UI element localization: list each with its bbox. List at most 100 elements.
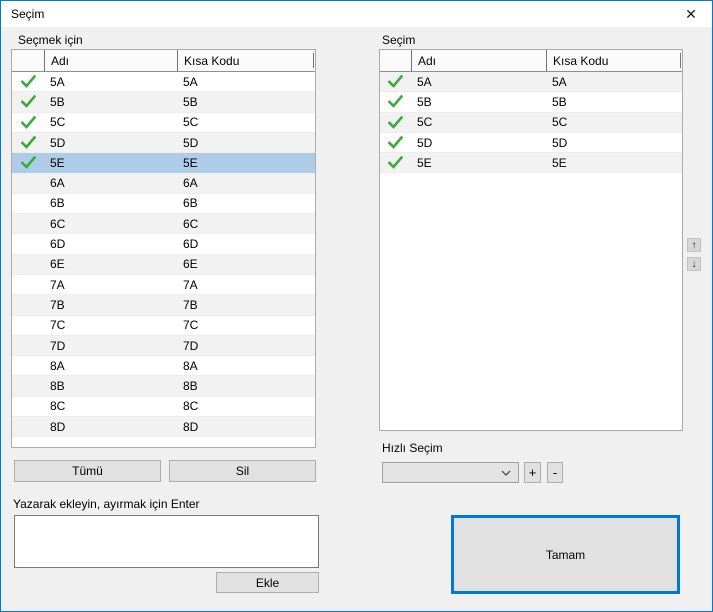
titlebar: Seçim ✕ (1, 1, 712, 27)
row-code: 5A (552, 74, 567, 89)
header-check-column[interactable] (12, 50, 44, 71)
source-table-body: 5A 5A 5B 5B 5C 5C 5D 5D 5E 5E 6A 6A 6B 6B 6C 6C 6D 6D 6E 6E… (12, 72, 315, 438)
down-arrow-icon: ↓ (691, 258, 697, 270)
chevron-down-icon (494, 470, 518, 476)
row-code: 5B (183, 94, 198, 109)
header-name-column[interactable]: Adı (411, 50, 546, 71)
empty-check-cell (12, 194, 44, 213)
header-code-column[interactable]: Kısa Kodu (546, 50, 682, 71)
table-row[interactable]: 8B 8B (12, 376, 315, 397)
selected-table-body: 5A 5A 5B 5B 5C 5C 5D 5D 5E 5E (380, 72, 682, 174)
empty-check-cell (12, 255, 44, 274)
ok-button[interactable]: Tamam (451, 515, 680, 594)
type-add-input[interactable] (14, 515, 319, 568)
row-code: 8B (183, 379, 198, 394)
type-add-label: Yazarak ekleyin, ayırmak için Enter (13, 497, 200, 511)
empty-check-cell (12, 397, 44, 416)
row-name: 7D (50, 338, 66, 353)
right-panel-label: Seçim (382, 33, 416, 47)
table-row[interactable]: 5A 5A (12, 72, 315, 93)
check-icon (380, 72, 411, 91)
add-button[interactable]: Ekle (216, 572, 319, 593)
table-row[interactable]: 5C 5C (12, 112, 315, 133)
header-name-column[interactable]: Adı (44, 50, 177, 71)
row-code: 5A (183, 74, 198, 89)
row-name: 5A (50, 74, 65, 89)
select-all-button[interactable]: Tümü (14, 460, 161, 482)
selection-dialog: Seçim ✕ Seçmek için Seçim Adı Kısa Kodu … (0, 0, 713, 612)
move-down-button[interactable]: ↓ (687, 257, 701, 271)
check-icon (380, 113, 411, 132)
selected-table-header: Adı Kısa Kodu (380, 50, 682, 72)
row-name: 5E (417, 155, 432, 170)
source-table: Adı Kısa Kodu 5A 5A 5B 5B 5C 5C 5D 5D 5E 5E 6A 6A 6B… (11, 49, 316, 448)
row-name: 8D (50, 419, 66, 434)
row-code: 6B (183, 196, 198, 211)
quick-select-dropdown[interactable] (382, 462, 519, 483)
quick-select-add-button[interactable]: + (524, 462, 541, 483)
row-name: 7A (50, 277, 65, 292)
row-code: 7C (183, 318, 199, 333)
empty-check-cell (12, 376, 44, 395)
table-row[interactable]: 5C 5C (380, 112, 682, 133)
table-row[interactable]: 7C 7C (12, 315, 315, 336)
row-code: 8A (183, 358, 198, 373)
row-name: 5B (417, 94, 432, 109)
table-row[interactable]: 6C 6C (12, 214, 315, 235)
quick-select-remove-button[interactable]: - (547, 462, 563, 483)
up-arrow-icon: ↑ (691, 239, 697, 251)
empty-check-cell (12, 316, 44, 335)
row-code: 5C (183, 115, 199, 130)
table-row[interactable]: 5A 5A (380, 72, 682, 93)
table-row[interactable]: 8D 8D (12, 417, 315, 438)
window-title: Seçim (11, 7, 45, 21)
selected-table: Adı Kısa Kodu 5A 5A 5B 5B 5C 5C 5D 5D 5E 5E (379, 49, 683, 431)
check-icon (12, 92, 44, 111)
row-code: 5D (552, 135, 568, 150)
table-row[interactable]: 5E 5E (380, 153, 682, 174)
table-row[interactable]: 7A 7A (12, 274, 315, 296)
table-row[interactable]: 6A 6A (12, 173, 315, 194)
table-row[interactable]: 5B 5B (380, 92, 682, 113)
row-code: 7A (183, 277, 198, 292)
table-row[interactable]: 6B 6B (12, 193, 315, 215)
empty-check-cell (12, 214, 44, 233)
empty-check-cell (12, 295, 44, 314)
row-name: 6D (50, 237, 66, 252)
row-code: 5B (552, 94, 567, 109)
row-name: 6C (50, 216, 66, 231)
row-name: 6B (50, 196, 65, 211)
table-row[interactable]: 5E 5E (12, 153, 315, 174)
check-icon (12, 72, 44, 91)
row-name: 8C (50, 399, 66, 414)
close-icon[interactable]: ✕ (676, 4, 706, 25)
delete-button[interactable]: Sil (169, 460, 316, 482)
header-code-column[interactable]: Kısa Kodu (177, 50, 315, 71)
table-row[interactable]: 7D 7D (12, 335, 315, 357)
row-name: 5C (417, 115, 433, 130)
empty-check-cell (12, 234, 44, 253)
table-row[interactable]: 8C 8C (12, 396, 315, 418)
table-row[interactable]: 5B 5B (12, 92, 315, 113)
row-code: 6E (183, 257, 198, 272)
row-name: 5D (417, 135, 433, 150)
row-name: 5E (50, 155, 65, 170)
table-row[interactable]: 5D 5D (380, 132, 682, 154)
empty-check-cell (12, 173, 44, 192)
row-name: 5C (50, 115, 66, 130)
header-check-column[interactable] (380, 50, 411, 71)
table-row[interactable]: 6E 6E (12, 254, 315, 275)
left-panel-label: Seçmek için (18, 33, 83, 47)
empty-check-cell (12, 356, 44, 375)
table-row[interactable]: 8A 8A (12, 356, 315, 377)
table-row[interactable]: 6D 6D (12, 234, 315, 255)
move-up-button[interactable]: ↑ (687, 238, 701, 252)
empty-check-cell (12, 275, 44, 294)
source-table-header: Adı Kısa Kodu (12, 50, 315, 72)
row-code: 7D (183, 338, 199, 353)
table-row[interactable]: 5D 5D (12, 132, 315, 154)
row-name: 6A (50, 176, 65, 191)
row-code: 5E (552, 155, 567, 170)
table-row[interactable]: 7B 7B (12, 295, 315, 316)
quick-select-label: Hızlı Seçim (382, 441, 443, 455)
